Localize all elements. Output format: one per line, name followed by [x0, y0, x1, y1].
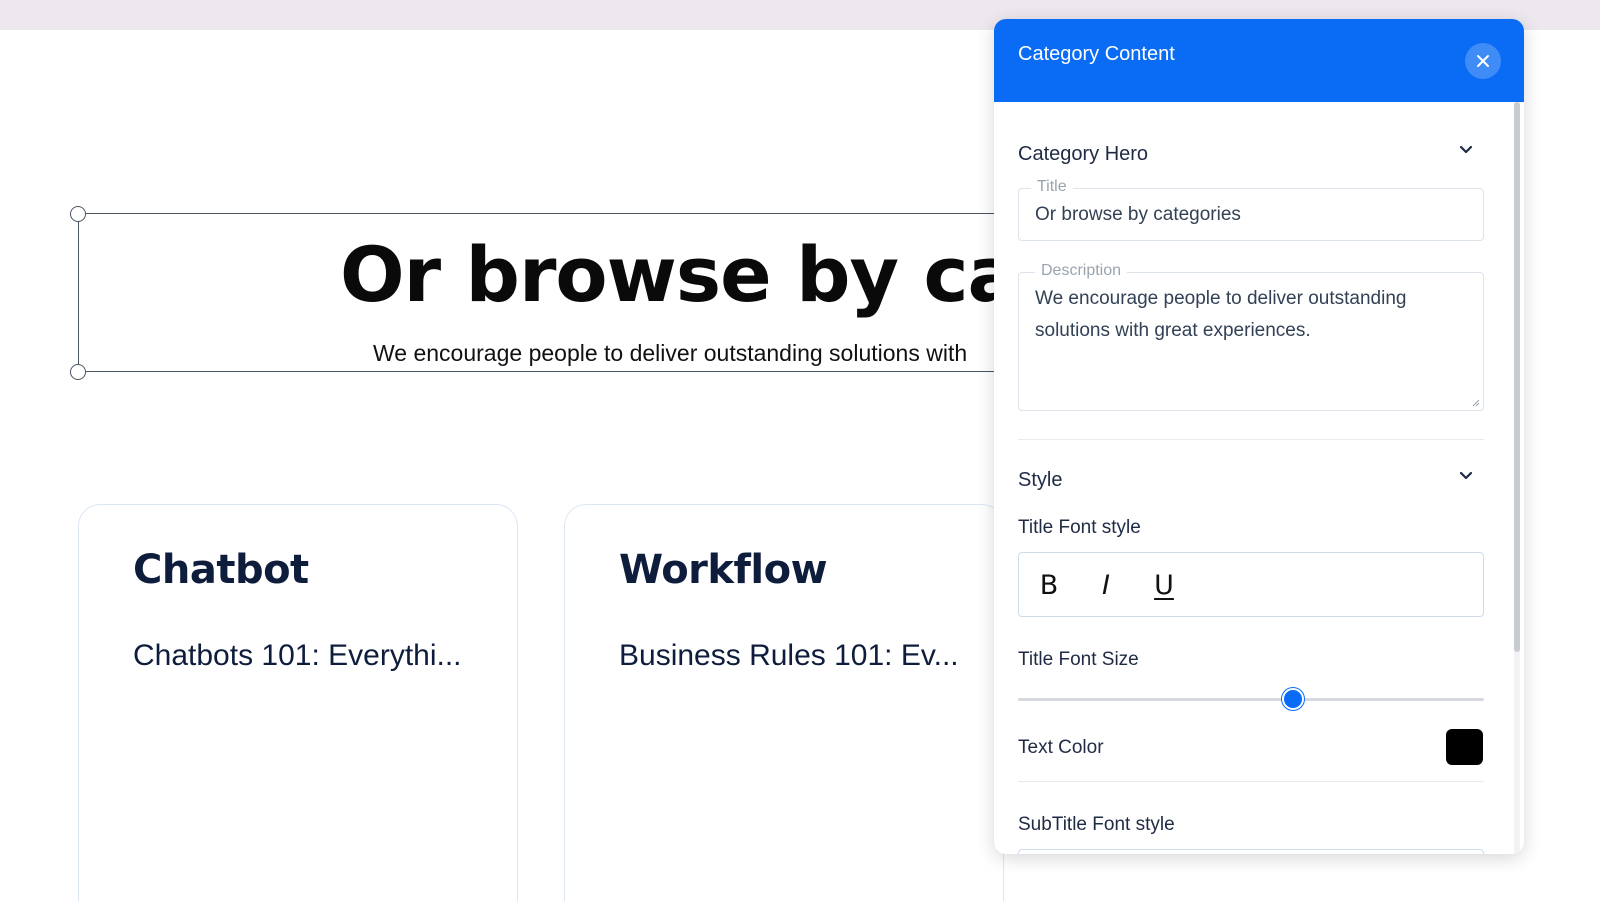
italic-button[interactable]: I — [1088, 567, 1124, 603]
chevron-down-icon[interactable] — [1456, 466, 1476, 486]
hero-title: Or browse by cate — [340, 230, 1105, 319]
panel-scrollbar[interactable] — [1514, 102, 1520, 854]
card-title: Workflow — [619, 547, 828, 593]
card-title: Chatbot — [133, 547, 309, 593]
hero-description: We encourage people to deliver outstandi… — [373, 340, 968, 366]
title-font-style-toolbar: B I U — [1018, 552, 1484, 617]
card-article-link[interactable]: Chatbots 101: Everythi... — [133, 639, 462, 673]
card-article-link[interactable]: Business Rules 101: Ev... — [619, 639, 959, 673]
section-title-category-hero[interactable]: Category Hero — [1018, 143, 1148, 166]
description-textarea[interactable]: We encourage people to deliver outstandi… — [1035, 283, 1455, 347]
title-field[interactable]: Title Or browse by categories — [1018, 178, 1484, 241]
text-color-swatch[interactable] — [1446, 729, 1483, 765]
title-font-size-slider[interactable] — [1018, 698, 1484, 701]
underline-button[interactable]: U — [1146, 567, 1182, 603]
title-font-style-label: Title Font style — [1018, 517, 1141, 538]
close-button[interactable] — [1465, 43, 1501, 79]
slider-thumb[interactable] — [1281, 688, 1304, 710]
description-field[interactable]: Description We encourage people to deliv… — [1018, 262, 1484, 411]
subtitle-font-style-label: SubTitle Font style — [1018, 814, 1175, 835]
category-card-chatbot[interactable]: Chatbot Chatbots 101: Everythi... — [78, 504, 518, 901]
title-field-label: Title — [1031, 178, 1073, 196]
subtitle-font-style-toolbar — [1018, 849, 1484, 854]
category-card-workflow[interactable]: Workflow Business Rules 101: Ev... — [564, 504, 1004, 901]
description-field-label: Description — [1035, 262, 1128, 280]
resize-grip-icon[interactable] — [1472, 399, 1480, 407]
panel-header: Category Content — [994, 19, 1524, 102]
panel-title: Category Content — [1018, 43, 1175, 65]
title-font-size-label: Title Font Size — [1018, 649, 1139, 670]
scrollbar-thumb[interactable] — [1514, 102, 1520, 652]
bold-button[interactable]: B — [1031, 567, 1067, 603]
panel-body: Category Hero Title Or browse by categor… — [994, 102, 1524, 854]
text-color-label: Text Color — [1018, 737, 1104, 758]
resize-handle-bottom-left[interactable] — [70, 364, 86, 380]
section-title-style[interactable]: Style — [1018, 469, 1062, 492]
category-content-panel: Category Content Category Hero Title Or … — [994, 19, 1524, 854]
section-divider — [1018, 439, 1484, 440]
section-divider — [1018, 781, 1484, 782]
chevron-down-icon[interactable] — [1456, 140, 1476, 160]
resize-handle-top-left[interactable] — [70, 206, 86, 222]
title-input[interactable]: Or browse by categories — [1035, 199, 1241, 231]
close-icon — [1477, 55, 1489, 67]
